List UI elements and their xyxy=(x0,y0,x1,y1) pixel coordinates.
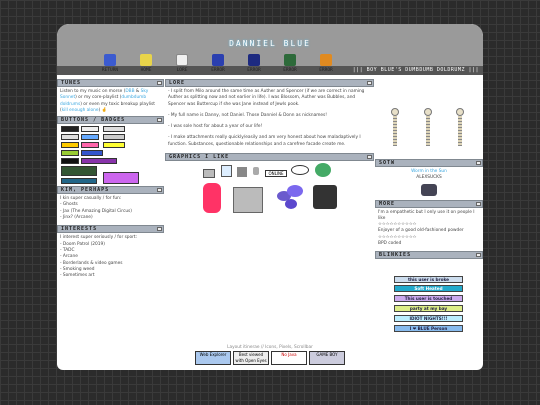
creature-icon xyxy=(315,163,331,178)
kill-enough-alone-link[interactable]: kill enough alone xyxy=(62,108,99,113)
badge[interactable] xyxy=(81,142,99,149)
collapse-icon[interactable] xyxy=(476,253,481,258)
tunes-heading: TUNES xyxy=(57,79,164,87)
list-item: Jinx? (Arcane) xyxy=(60,215,161,221)
web-explorer-button[interactable]: Web Explorer xyxy=(195,351,231,365)
collapse-icon[interactable] xyxy=(157,81,162,85)
blinkie: This user is touched xyxy=(394,295,463,302)
nav-error-3[interactable]: ERROR xyxy=(275,54,305,76)
no-java-button[interactable]: No Java xyxy=(271,351,307,365)
buttons-badges-heading: BUTTONS / BADGES xyxy=(57,116,164,125)
blinkie: party at my bay xyxy=(394,305,463,312)
sotw-text: Worm in the Sun ALEXSUCKS xyxy=(375,167,483,198)
artist-name: ALEXSUCKS xyxy=(416,175,442,181)
badge[interactable] xyxy=(61,142,79,149)
badge[interactable] xyxy=(61,134,79,141)
nav-error-4[interactable]: ERROR xyxy=(311,54,341,76)
nav-lore[interactable]: LORE xyxy=(167,54,197,76)
collapse-icon[interactable] xyxy=(476,201,481,206)
badge[interactable] xyxy=(61,150,79,157)
error-icon xyxy=(320,54,332,66)
lore-heading: LORE xyxy=(165,79,374,87)
jester-icon xyxy=(203,183,221,214)
badge[interactable] xyxy=(61,178,97,185)
badge[interactable] xyxy=(81,134,99,141)
badge-grid xyxy=(57,124,164,185)
online-badge: ONLINE xyxy=(265,170,287,178)
dbb-link[interactable]: DBB xyxy=(125,89,134,94)
music-player-icon[interactable] xyxy=(421,183,437,196)
collapse-icon[interactable] xyxy=(157,118,162,123)
badge[interactable] xyxy=(61,166,97,177)
more-heading: MORE xyxy=(375,199,483,208)
skeleton-icon xyxy=(452,108,468,148)
error-icon xyxy=(248,54,260,66)
left-column: TUNES Listen to my music on morse (DBB &… xyxy=(57,79,164,341)
open-eyes-button[interactable]: Best viewed with Open Eyes xyxy=(233,351,269,365)
camera-icon xyxy=(237,167,247,178)
graphics-heading: GRAPHICS I LIKE xyxy=(165,153,374,162)
blob-icon xyxy=(287,185,303,198)
blinkie: this user is broke xyxy=(394,276,463,283)
home-icon xyxy=(140,54,152,66)
badge[interactable] xyxy=(103,172,139,185)
collapse-icon[interactable] xyxy=(367,81,372,85)
collapse-icon[interactable] xyxy=(157,227,162,232)
lock-icon xyxy=(253,167,259,176)
collapse-icon[interactable] xyxy=(157,188,162,193)
badge[interactable] xyxy=(103,126,125,133)
tagline: ||| BOY BLUE'S DUMBDUMB DOLDRUMZ ||| xyxy=(352,67,479,73)
desk-computer-icon xyxy=(233,187,263,214)
nav-error-1[interactable]: ERROR xyxy=(203,54,233,76)
blinkie: Soft Heated xyxy=(394,285,463,292)
interests-heading: INTERESTS xyxy=(57,225,164,234)
eye-icon xyxy=(291,165,309,176)
blinkie: I ❤ BLUE Person xyxy=(394,325,463,332)
record-player-icon xyxy=(313,185,337,210)
skeleton-icon xyxy=(387,108,403,148)
computer-icon xyxy=(203,169,215,179)
gameboy-button[interactable]: GAME BOY xyxy=(309,351,345,365)
error-icon xyxy=(212,54,224,66)
blinkie: IDIOT NIGHTS!!! xyxy=(394,315,463,322)
collapse-icon[interactable] xyxy=(367,155,372,160)
list-item: Sometimes art xyxy=(60,273,161,279)
nav-error-2[interactable]: ERROR xyxy=(239,54,269,76)
collapse-icon[interactable] xyxy=(476,161,481,165)
badge[interactable] xyxy=(81,158,117,165)
badge[interactable] xyxy=(103,134,125,141)
more-text: I'm a empathetic but I only use it on pe… xyxy=(378,209,475,247)
nav-return[interactable]: RETURN xyxy=(95,54,125,76)
lore-icon xyxy=(176,54,188,66)
interests-text: I interest super seriously / for sport: … xyxy=(57,233,164,281)
lore-text: - I split from Milo around the same time… xyxy=(168,89,365,147)
nav-home[interactable]: HOME xyxy=(131,54,161,76)
badge[interactable] xyxy=(61,126,79,133)
graphics-gallery: ONLINE xyxy=(165,161,374,216)
badge[interactable] xyxy=(81,150,103,157)
blob-icon xyxy=(285,199,297,210)
kim-heading: KIM, PERHAPS xyxy=(57,186,164,195)
return-icon xyxy=(104,54,116,66)
middle-column: LORE - I split from Milo around the same… xyxy=(165,79,374,341)
blinkies-heading: BLINKIES xyxy=(375,251,483,260)
footer-credits: Layout itinerae // Icons, Pixels, Scroll… xyxy=(227,345,313,350)
badge[interactable] xyxy=(103,142,125,149)
document-icon xyxy=(221,165,232,178)
badge[interactable] xyxy=(61,158,79,165)
skeleton-icon xyxy=(420,108,436,148)
sotw-heading: SOTW xyxy=(375,159,483,167)
kim-text: I kin super casually / for fun: Ghosts J… xyxy=(57,194,164,223)
badge[interactable] xyxy=(81,126,99,133)
error-icon xyxy=(284,54,296,66)
site-title: DANNIEL BLUE xyxy=(229,39,311,48)
tunes-text: Listen to my music on morse (DBB & Sky S… xyxy=(60,89,155,113)
